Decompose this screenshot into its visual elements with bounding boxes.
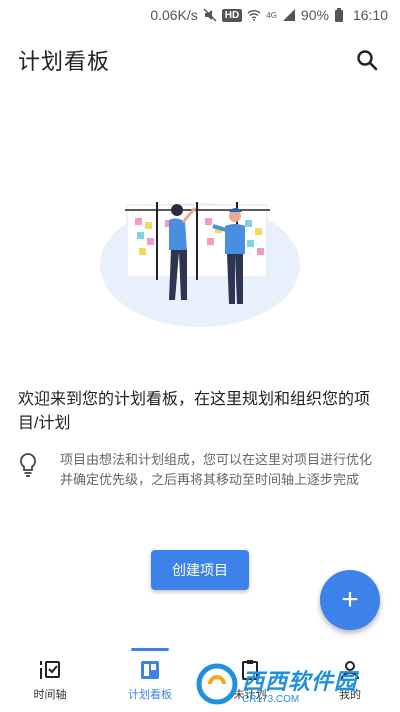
lightbulb-icon — [18, 450, 44, 490]
clock: 16:10 — [352, 7, 388, 23]
battery-icon — [334, 8, 348, 22]
welcome-text: 欢迎来到您的计划看板，在这里规划和组织您的项目/计划 — [18, 391, 371, 432]
board-icon — [141, 661, 159, 679]
nav-label: 计划看板 — [128, 689, 172, 701]
app-bar: 计划看板 — [0, 36, 400, 84]
watermark-name: 西西软件园 — [242, 668, 358, 694]
nav-item-board[interactable]: 计划看板 — [100, 648, 200, 712]
create-project-button[interactable]: 创建项目 — [151, 550, 249, 590]
plus-icon: + — [341, 583, 359, 616]
timeline-icon — [40, 661, 60, 679]
page-title: 计划看板 — [18, 49, 111, 74]
tip-block: 项目由想法和计划组成，您可以在这里对项目进行优化并确定优先级，之后再将其移动至时… — [18, 450, 384, 490]
battery-percent: 90% — [300, 7, 329, 23]
wifi-icon — [247, 8, 261, 22]
site-watermark: 西西软件园 CR173.COM — [196, 662, 386, 706]
nav-label: 时间轴 — [33, 689, 67, 701]
kanban-illustration — [95, 170, 305, 330]
signal-icon — [282, 8, 296, 22]
search-button[interactable] — [352, 45, 382, 75]
add-fab-button[interactable]: + — [320, 570, 380, 630]
hd-badge: HD — [221, 8, 243, 22]
tip-text: 项目由想法和计划组成，您可以在这里对项目进行优化并确定优先级，之后再将其移动至时… — [60, 452, 373, 487]
network-type: 4G — [266, 10, 277, 20]
search-icon — [357, 50, 378, 71]
watermark-url: CR173.COM — [242, 693, 300, 705]
network-speed: 0.06K/s — [150, 7, 198, 23]
watermark-logo-icon — [196, 663, 238, 705]
status-bar: 0.06K/s HD 4G 90% 16:10 — [0, 0, 400, 30]
mute-icon — [203, 8, 217, 22]
nav-item-timeline[interactable]: 时间轴 — [0, 648, 100, 712]
